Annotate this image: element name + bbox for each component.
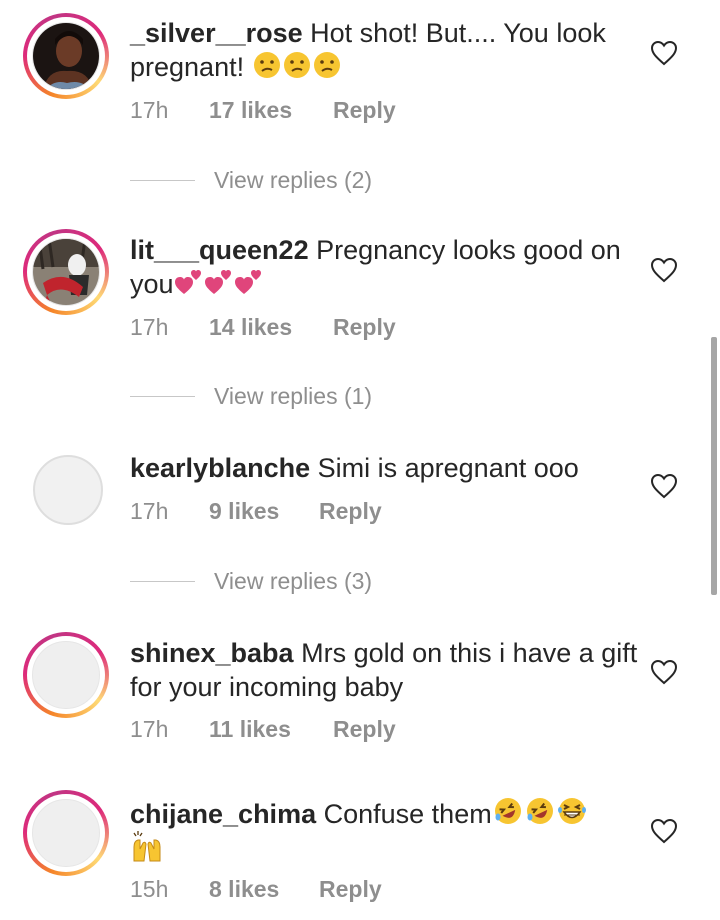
- two-hearts-icon: [234, 270, 261, 294]
- avatar[interactable]: [23, 229, 109, 315]
- two-hearts-icon: [174, 270, 201, 294]
- divider-line: [130, 396, 195, 397]
- comment-time: 17h: [130, 314, 169, 340]
- like-heart-icon[interactable]: [650, 40, 678, 66]
- comment-text: chijane_chima Confuse them: [130, 795, 640, 867]
- emoji-group: [130, 831, 164, 865]
- reply-button[interactable]: Reply: [333, 313, 396, 341]
- comment-text: lit___queen22 Pregnancy looks good on yo…: [130, 233, 640, 301]
- like-heart-icon[interactable]: [650, 818, 678, 844]
- comment-likes[interactable]: 14 likes: [209, 313, 292, 341]
- confused-face-icon: [283, 52, 310, 78]
- like-heart-icon[interactable]: [650, 659, 678, 685]
- grinning-squint-icon: [557, 798, 586, 824]
- like-heart-icon[interactable]: [650, 473, 678, 499]
- comment-username[interactable]: lit___queen22: [130, 235, 309, 265]
- comment-text: shinex_baba Mrs gold on this i have a gi…: [130, 636, 640, 704]
- two-hearts-icon: [204, 270, 231, 294]
- view-replies-label[interactable]: View replies (2): [214, 166, 372, 194]
- comment-username[interactable]: _silver__rose: [130, 18, 303, 48]
- divider-line: [130, 180, 195, 181]
- emoji-group: [492, 798, 588, 829]
- comment-likes[interactable]: 9 likes: [209, 497, 279, 525]
- comment-time: 15h: [130, 876, 169, 902]
- reply-button[interactable]: Reply: [319, 497, 382, 525]
- view-replies-label[interactable]: View replies (1): [214, 382, 372, 410]
- like-heart-icon[interactable]: [650, 257, 678, 283]
- emoji-group: [174, 269, 264, 299]
- reply-button[interactable]: Reply: [333, 715, 396, 743]
- avatar[interactable]: [23, 13, 109, 99]
- raising-hands-icon: [133, 831, 161, 862]
- avatar[interactable]: [33, 455, 103, 525]
- confused-face-icon: [253, 52, 280, 78]
- scrollbar[interactable]: [711, 337, 717, 595]
- comment-time: 17h: [130, 716, 169, 742]
- comment-username[interactable]: chijane_chima: [130, 799, 316, 829]
- rolling-laughing-icon: [494, 798, 521, 824]
- avatar[interactable]: [23, 632, 109, 718]
- emoji-group: [252, 52, 342, 82]
- confused-face-icon: [313, 52, 340, 78]
- view-replies-label[interactable]: View replies (3): [214, 567, 372, 595]
- rolling-laughing-icon: [526, 798, 553, 824]
- comment-text: kearlyblanche Simi is apregnant ooo: [130, 451, 640, 485]
- avatar[interactable]: [23, 790, 109, 876]
- reply-button[interactable]: Reply: [333, 96, 396, 124]
- comment-body: Confuse them: [323, 799, 492, 829]
- comment-time: 17h: [130, 498, 169, 524]
- comment-username[interactable]: kearlyblanche: [130, 453, 310, 483]
- comment-time: 17h: [130, 97, 169, 123]
- reply-button[interactable]: Reply: [319, 875, 382, 903]
- comment-text: _silver__rose Hot shot! But.... You look…: [130, 16, 640, 84]
- divider-line: [130, 581, 195, 582]
- comment-username[interactable]: shinex_baba: [130, 638, 294, 668]
- comment-likes[interactable]: 8 likes: [209, 875, 279, 903]
- comment-likes[interactable]: 11 likes: [209, 715, 291, 743]
- comment-body: Simi is apregnant ooo: [317, 453, 579, 483]
- comment-likes[interactable]: 17 likes: [209, 96, 292, 124]
